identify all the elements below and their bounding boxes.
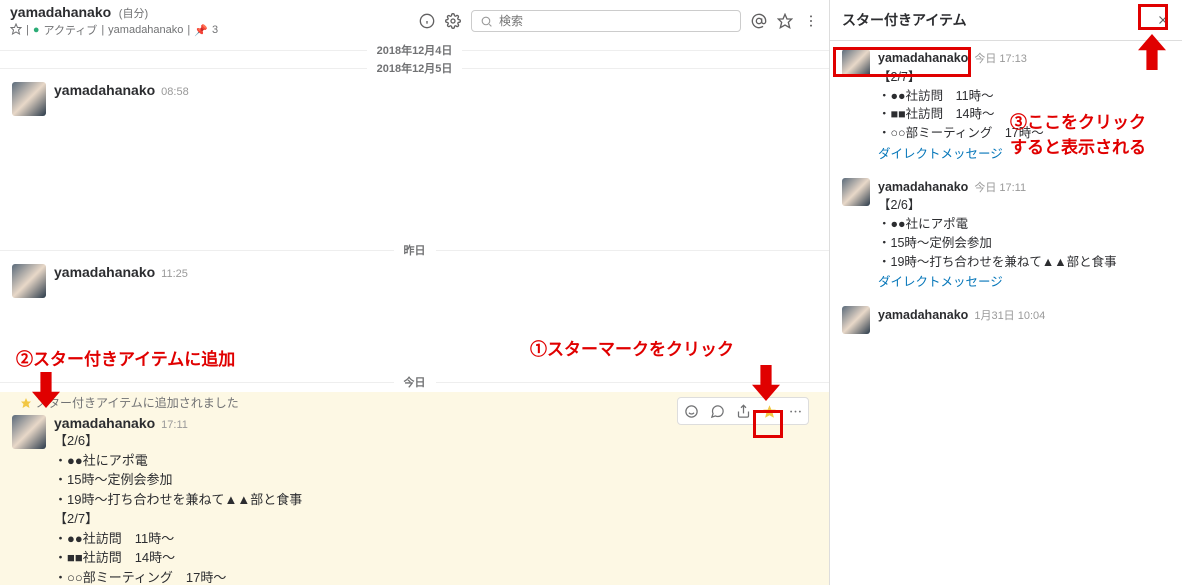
- item-user: yamadahanako: [878, 306, 968, 325]
- pin-count: 3: [212, 24, 218, 36]
- pane-title: スター付きアイテム: [842, 10, 967, 30]
- channel-title: yamadahanako: [10, 4, 111, 20]
- date-divider: 今日: [0, 374, 829, 390]
- item-time: 今日 17:13: [974, 51, 1027, 68]
- message-user[interactable]: yamadahanako: [54, 264, 155, 280]
- date-divider: 2018年12月4日: [0, 42, 829, 58]
- presence-dot-icon: ●: [33, 24, 40, 36]
- message-text: 【2/6】 ・●●社にアポ電 ・15時～定例会参加 ・19時～打ち合わせを兼ねて…: [54, 431, 817, 585]
- gear-icon[interactable]: [445, 13, 461, 29]
- avatar[interactable]: [12, 264, 46, 298]
- message-user[interactable]: yamadahanako: [54, 415, 155, 431]
- more-icon[interactable]: [803, 13, 819, 29]
- date-divider: 2018年12月5日: [0, 60, 829, 76]
- message[interactable]: yamadahanako 08:58: [0, 78, 829, 120]
- avatar[interactable]: [12, 82, 46, 116]
- item-time: 今日 17:11: [974, 180, 1026, 197]
- channel-self-label: (自分): [119, 8, 148, 20]
- info-icon[interactable]: [419, 13, 435, 29]
- presence-target: yamadahanako: [108, 24, 183, 36]
- date-divider: 昨日: [0, 242, 829, 258]
- star-items-icon[interactable]: [777, 13, 793, 29]
- search-box[interactable]: [471, 10, 741, 32]
- search-icon: [480, 15, 493, 28]
- star-button[interactable]: [756, 398, 782, 424]
- item-user: yamadahanako: [878, 178, 968, 197]
- message[interactable]: yamadahanako 11:25: [0, 260, 829, 302]
- message-time: 17:11: [161, 419, 188, 431]
- avatar[interactable]: [842, 49, 870, 77]
- message-list: 2018年12月4日 2018年12月5日 yamadahanako08:58 …: [0, 40, 829, 585]
- star-icon[interactable]: [10, 23, 22, 38]
- star-icon: [20, 397, 32, 409]
- reaction-button[interactable]: [678, 398, 704, 424]
- channel-header: yamadahanako (自分) | ● アクティブ | yamadahana…: [0, 0, 829, 40]
- pin-icon[interactable]: 📌: [194, 24, 208, 37]
- item-source[interactable]: ダイレクトメッセージ: [878, 145, 1170, 164]
- mention-icon[interactable]: [751, 13, 767, 29]
- message-user[interactable]: yamadahanako: [54, 82, 155, 98]
- message-time: 11:25: [161, 268, 188, 280]
- more-actions-button[interactable]: [782, 398, 808, 424]
- item-time: 1月31日 10:04: [974, 308, 1045, 325]
- message-time: 08:58: [161, 86, 189, 98]
- avatar[interactable]: [842, 306, 870, 334]
- thread-button[interactable]: [704, 398, 730, 424]
- item-user: yamadahanako: [878, 49, 968, 68]
- avatar[interactable]: [12, 415, 46, 449]
- share-button[interactable]: [730, 398, 756, 424]
- starred-pane: スター付きアイテム yamadahanako今日 17:13 【2/7】 ・●●…: [830, 0, 1182, 585]
- starred-item[interactable]: yamadahanako今日 17:11 【2/6】 ・●●社にアポ電 ・15時…: [830, 170, 1182, 299]
- starred-item[interactable]: yamadahanako 1月31日 10:04: [830, 298, 1182, 340]
- avatar[interactable]: [842, 178, 870, 206]
- item-source[interactable]: ダイレクトメッセージ: [878, 273, 1170, 292]
- search-input[interactable]: [499, 14, 732, 28]
- starred-item[interactable]: yamadahanako今日 17:13 【2/7】 ・●●社訪問 11時～ ・…: [830, 41, 1182, 170]
- close-icon[interactable]: [1156, 13, 1170, 27]
- message[interactable]: yamadahanako 17:11 【2/6】 ・●●社にアポ電 ・15時～定例…: [0, 411, 829, 585]
- active-label: アクティブ: [44, 22, 98, 38]
- message-actions: [677, 397, 809, 425]
